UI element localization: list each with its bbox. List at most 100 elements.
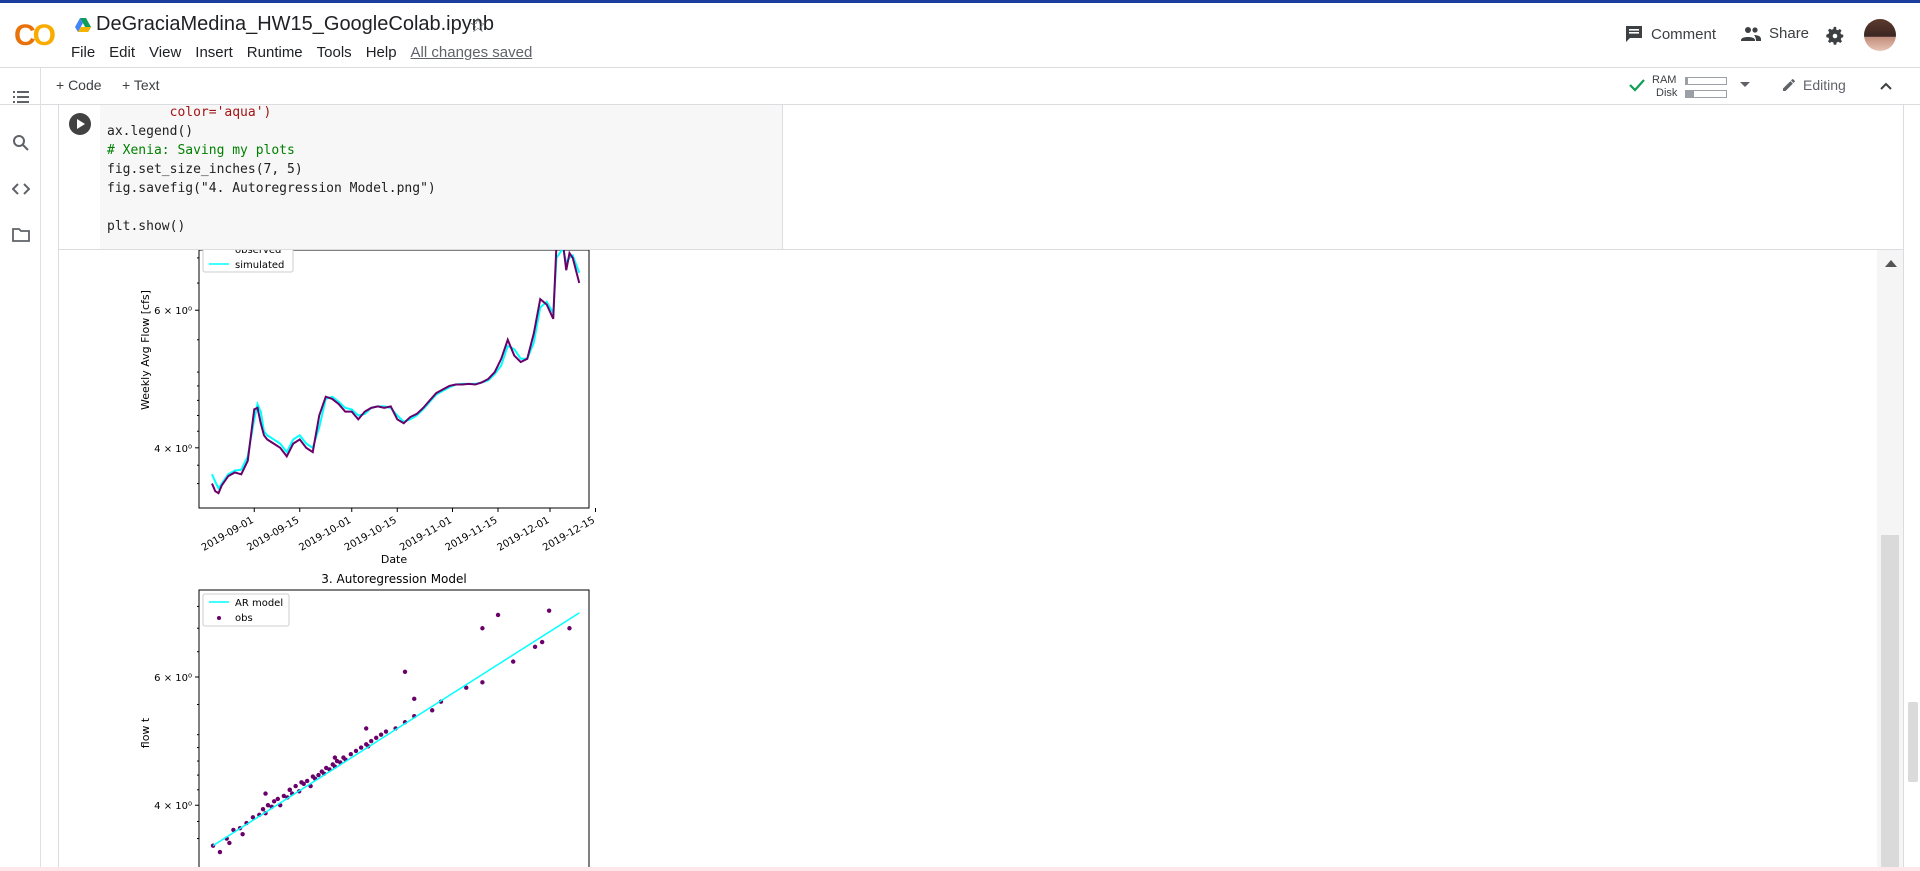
legend-label: AR model (235, 598, 283, 609)
obs-point (532, 644, 538, 650)
x-tick-label: 2019-09-15 (245, 515, 301, 554)
code-snippets-icon[interactable] (12, 180, 30, 198)
y-tick-label: 4 × 10⁰ (154, 801, 192, 812)
people-icon (1741, 26, 1761, 41)
code-line: fig.savefig("4. Autoregression Model.png… (107, 181, 436, 196)
add-code-button[interactable]: + Code (56, 77, 102, 93)
code-editor[interactable]: color='aqua') ax.legend() # Xenia: Savin… (100, 105, 783, 249)
editing-mode-button[interactable]: Editing (1781, 77, 1846, 93)
obs-point (301, 781, 306, 787)
bottom-strip (0, 867, 1920, 871)
menu-bar: File Edit View Insert Runtime Tools Help… (71, 44, 546, 61)
editing-label: Editing (1803, 77, 1846, 93)
ar-model-line (212, 612, 580, 847)
menu-tools[interactable]: Tools (317, 44, 352, 61)
code-cell[interactable]: color='aqua') ax.legend() # Xenia: Savin… (58, 105, 1904, 250)
obs-point (304, 778, 310, 784)
obs-point (332, 755, 338, 760)
share-button[interactable]: Share (1741, 25, 1809, 42)
disk-label: Disk (1656, 87, 1678, 99)
obs-point (275, 796, 280, 802)
obs-point (271, 799, 277, 804)
comment-icon (1626, 26, 1642, 42)
obs-point (348, 752, 354, 757)
star-icon[interactable]: ☆ (469, 13, 487, 38)
drive-icon (75, 18, 91, 32)
x-tick-label: 2019-10-15 (343, 515, 399, 554)
page-scrollbar-thumb[interactable] (1908, 702, 1918, 782)
plot-frame (198, 250, 590, 509)
x-tick-label: 2019-11-15 (444, 515, 500, 554)
obs-point (383, 729, 389, 734)
header: CO DeGracia​Medina_HW15_GoogleColab.ipyn… (0, 3, 1920, 68)
output-scrollbar-thumb[interactable] (1881, 535, 1899, 868)
files-icon[interactable] (12, 226, 30, 244)
menu-view[interactable]: View (149, 44, 181, 61)
obs-point (287, 787, 292, 793)
legend-label: obs (235, 613, 253, 624)
y-tick-label: 4 × 10⁰ (154, 444, 192, 455)
ram-bar (1685, 77, 1727, 85)
share-label: Share (1769, 25, 1810, 42)
resources-indicator[interactable]: RAM Disk (1628, 72, 1750, 100)
legend-label: observed (235, 250, 281, 256)
obs-point (217, 849, 223, 855)
obs-point (363, 726, 369, 731)
obs-point (378, 732, 384, 737)
obs-point (412, 696, 417, 702)
comment-button[interactable]: Comment (1625, 25, 1716, 43)
add-text-button[interactable]: + Text (122, 77, 160, 93)
obs-point (373, 735, 379, 741)
table-of-contents-icon[interactable] (12, 88, 30, 106)
menu-file[interactable]: File (71, 44, 95, 61)
menu-insert[interactable]: Insert (195, 44, 233, 61)
ram-label: RAM (1652, 74, 1677, 86)
check-icon (1629, 79, 1645, 92)
y-tick-label: 6 × 10⁰ (154, 306, 192, 317)
code-line: ax.legend() (107, 124, 194, 139)
search-icon[interactable] (12, 134, 30, 152)
ram-bar-fill (1686, 78, 1688, 84)
obs-point (263, 791, 268, 796)
obs-point (567, 626, 572, 631)
run-cell-button[interactable] (69, 113, 91, 135)
cell-gutter (59, 105, 100, 249)
avatar[interactable] (1864, 19, 1896, 51)
save-status[interactable]: All changes saved (411, 44, 533, 61)
obs-point (510, 659, 516, 664)
code-comment-line: # Xenia: Saving my plots (107, 143, 295, 158)
chevron-down-icon[interactable] (1740, 82, 1750, 87)
notebook-title[interactable]: DeGracia​Medina_HW15_GoogleColab.ipynb (96, 13, 494, 36)
scroll-up-icon[interactable] (1885, 260, 1897, 267)
chevron-up-icon[interactable] (1878, 78, 1894, 94)
autoregression-chart: 3. Autoregression Model 4 × 10⁰ 6 × 10⁰ flo… (139, 572, 590, 868)
obs-point (495, 612, 501, 618)
cell-output: 4 × 10⁰ 6 × 10⁰ 2019-09-01 2019-09-15 2019-1… (58, 250, 1904, 869)
colab-logo[interactable]: CO (14, 19, 56, 53)
obs-point (260, 807, 266, 812)
x-tick-label: 2019-12-15 (541, 515, 597, 554)
obs-point (369, 738, 374, 744)
obs-point (240, 831, 245, 837)
comment-label: Comment (1651, 25, 1717, 43)
menu-help[interactable]: Help (366, 44, 397, 61)
legend: observed simulated (202, 250, 294, 273)
code-line: color='aqua') (107, 105, 272, 122)
obs-point (316, 772, 321, 778)
menu-runtime[interactable]: Runtime (247, 44, 303, 61)
obs-point (480, 626, 485, 631)
y-tick-label: 6 × 10⁰ (154, 673, 192, 684)
y-axis-label: Weekly Avg Flow [cfs] (139, 290, 152, 410)
left-sidebar (0, 68, 41, 871)
series-line-simulated (211, 250, 581, 491)
flow-timeseries-chart: 4 × 10⁰6 × 10⁰2019-09-012019-09-152019-1… (139, 250, 597, 566)
obs-point (293, 783, 298, 789)
menu-edit[interactable]: Edit (109, 44, 135, 61)
gear-icon[interactable] (1824, 25, 1846, 47)
y-axis-label: flow t (139, 717, 152, 748)
legend-swatch (217, 616, 221, 620)
disk-bar-fill (1686, 91, 1694, 97)
code-line-text: color='aqua') (107, 105, 272, 120)
obs-point (480, 680, 485, 685)
legend: AR model obs (202, 593, 290, 627)
